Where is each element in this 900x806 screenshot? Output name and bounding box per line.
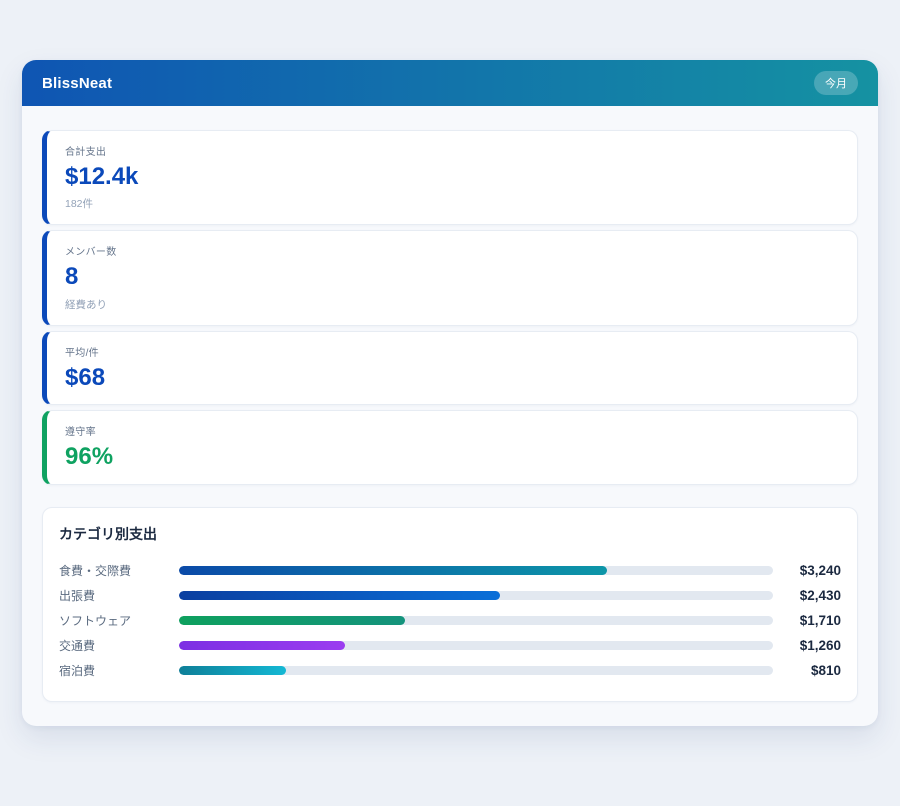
category-value: $3,240 [783, 563, 841, 578]
category-card-title: カテゴリ別支出 [59, 524, 841, 544]
category-label: 交通費 [59, 637, 179, 654]
stat-card-average-per-item: 平均/件 $68 [42, 331, 858, 405]
stat-value: 96% [65, 444, 839, 470]
app-header: BlissNeat 今月 [22, 60, 878, 106]
bar-fill [179, 641, 345, 650]
category-value: $2,430 [783, 588, 841, 603]
expense-dashboard-panel: BlissNeat 今月 合計支出 $12.4k 182件 メンバー数 8 経費… [22, 60, 878, 726]
bar-track [179, 566, 773, 575]
bar-track [179, 591, 773, 600]
category-value: $1,260 [783, 638, 841, 653]
bar-track [179, 641, 773, 650]
period-badge[interactable]: 今月 [814, 71, 858, 95]
stat-sublabel: 経費あり [65, 297, 839, 312]
bar-fill [179, 616, 405, 625]
stat-label: メンバー数 [65, 243, 839, 258]
bar-fill [179, 591, 500, 600]
category-label: 食費・交際費 [59, 562, 179, 579]
stat-card-total-spend: 合計支出 $12.4k 182件 [42, 130, 858, 225]
category-label: ソフトウェア [59, 612, 179, 629]
category-row: ソフトウェア $1,710 [59, 608, 841, 633]
bar-fill [179, 566, 607, 575]
category-value: $810 [783, 663, 841, 678]
category-breakdown-card: カテゴリ別支出 食費・交際費 $3,240 出張費 $2,430 ソフトウェア [42, 507, 858, 702]
stat-label: 平均/件 [65, 344, 839, 359]
stat-sublabel: 182件 [65, 196, 839, 211]
bar-track [179, 616, 773, 625]
category-row: 交通費 $1,260 [59, 633, 841, 658]
category-label: 出張費 [59, 587, 179, 604]
stat-label: 合計支出 [65, 143, 839, 158]
stat-value: 8 [65, 264, 839, 290]
stats-list: 合計支出 $12.4k 182件 メンバー数 8 経費あり 平均/件 $68 遵… [42, 130, 858, 485]
category-row: 出張費 $2,430 [59, 583, 841, 608]
category-row: 宿泊費 $810 [59, 658, 841, 683]
stat-card-compliance-rate: 遵守率 96% [42, 410, 858, 484]
bar-track [179, 666, 773, 675]
app-title: BlissNeat [42, 75, 112, 92]
dashboard-content: 合計支出 $12.4k 182件 メンバー数 8 経費あり 平均/件 $68 遵… [22, 106, 878, 726]
stat-value: $68 [65, 365, 839, 391]
category-value: $1,710 [783, 613, 841, 628]
category-row: 食費・交際費 $3,240 [59, 558, 841, 583]
stat-card-member-count: メンバー数 8 経費あり [42, 230, 858, 325]
stat-value: $12.4k [65, 164, 839, 190]
bar-fill [179, 666, 286, 675]
stat-label: 遵守率 [65, 423, 839, 438]
category-label: 宿泊費 [59, 662, 179, 679]
